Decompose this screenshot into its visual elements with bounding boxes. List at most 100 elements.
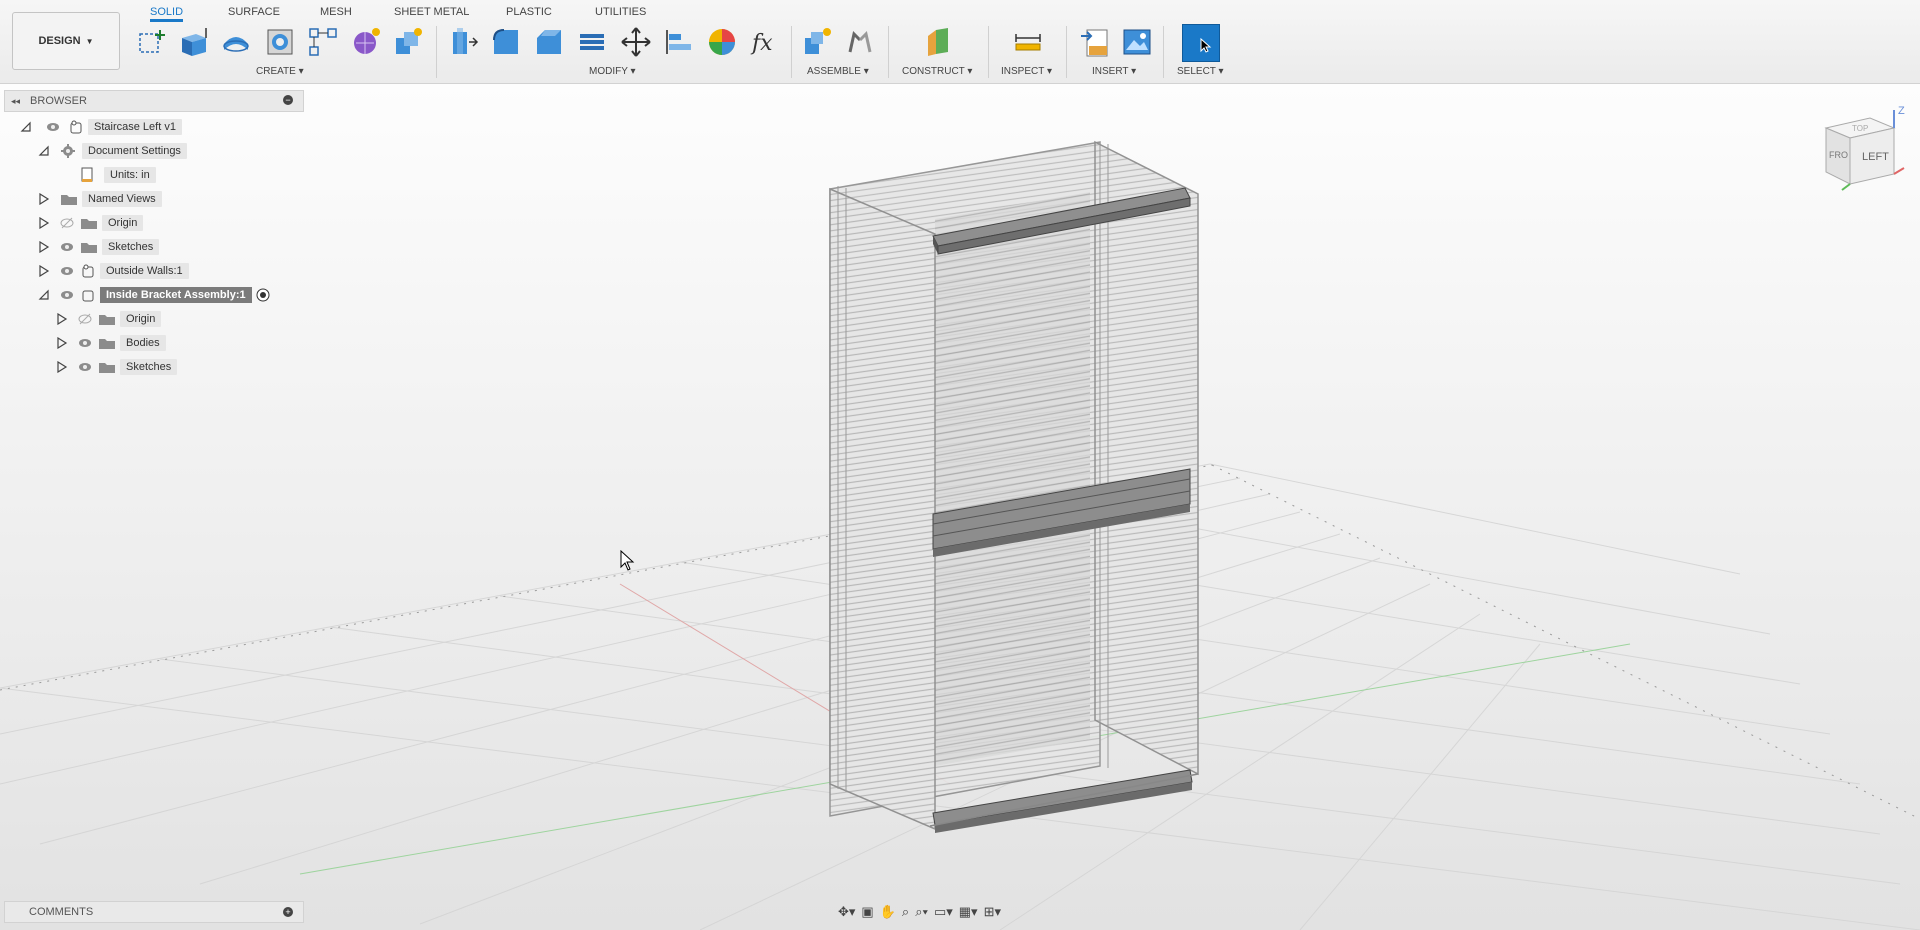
eye-icon[interactable] — [46, 121, 60, 133]
tab-plastic[interactable]: PLASTIC — [506, 2, 552, 22]
z-axis-label: Z — [1898, 105, 1905, 117]
tab-mesh[interactable]: MESH — [320, 2, 352, 22]
fillet-icon[interactable] — [489, 24, 523, 60]
collapse-triangle-icon[interactable] — [38, 145, 50, 157]
create-menu[interactable]: CREATE ▾ — [256, 66, 304, 77]
gear-icon — [61, 144, 75, 158]
svg-text:fx: fx — [750, 31, 773, 56]
eye-icon[interactable] — [60, 241, 74, 253]
select-menu[interactable]: SELECT ▾ — [1177, 66, 1224, 77]
joint-icon[interactable] — [843, 24, 877, 60]
expand-triangle-icon[interactable] — [56, 313, 68, 325]
form-icon[interactable] — [349, 24, 383, 60]
press-pull-icon[interactable] — [446, 24, 480, 60]
tab-solid[interactable]: SOLID — [150, 2, 184, 22]
select-icon[interactable] — [1182, 24, 1220, 62]
parameters-icon[interactable]: fx — [748, 24, 782, 60]
eye-hidden-icon[interactable] — [60, 217, 74, 229]
browser-title: BROWSER — [30, 95, 87, 107]
tree-item-sub-sketches[interactable]: Sketches — [56, 356, 178, 378]
collapse-triangle-icon[interactable] — [20, 121, 32, 133]
create-sketch-icon[interactable] — [135, 24, 169, 60]
eye-icon[interactable] — [60, 289, 74, 301]
display-settings-icon[interactable]: ▭▾ — [934, 904, 953, 920]
mouse-cursor-icon — [620, 550, 635, 571]
activate-radio-icon[interactable] — [256, 288, 270, 302]
move-copy-icon[interactable] — [619, 24, 653, 60]
expand-triangle-icon[interactable] — [56, 337, 68, 349]
zoom-icon[interactable]: ⌕ — [902, 904, 909, 920]
tree-item-inside-bracket-assembly[interactable]: Inside Bracket Assembly:1 — [38, 284, 270, 306]
folder-icon — [61, 195, 77, 205]
pin-icon[interactable]: − — [283, 95, 293, 105]
grid-settings-icon[interactable]: ▦▾ — [959, 904, 978, 920]
viewports-icon[interactable]: ⊞▾ — [984, 904, 1001, 920]
expand-triangle-icon[interactable] — [38, 241, 50, 253]
tree-item-label: Units: in — [104, 167, 156, 183]
tree-item-named-views[interactable]: Named Views — [38, 188, 162, 210]
view-cube-top-label: TOP — [1852, 124, 1868, 133]
tab-sheet-metal[interactable]: SHEET METAL — [394, 2, 469, 22]
fusion-app-window: DESIGN ▼ SOLID SURFACE MESH SHEET METAL … — [0, 0, 1920, 930]
inspect-menu[interactable]: INSPECT ▾ — [1001, 66, 1052, 77]
eye-icon[interactable] — [60, 265, 74, 277]
offset-plane-icon[interactable] — [921, 24, 955, 60]
insert-menu[interactable]: INSERT ▾ — [1092, 66, 1136, 77]
tree-item-sub-origin[interactable]: Origin — [56, 308, 162, 330]
fit-icon[interactable]: ⌕▾ — [915, 904, 928, 920]
insert-svg-icon[interactable] — [1078, 24, 1112, 60]
tree-item-units[interactable]: Units: in — [80, 164, 156, 186]
collapse-panel-icon[interactable]: ◂◂ — [11, 96, 20, 107]
align-icon[interactable] — [662, 24, 696, 60]
appearance-icon[interactable] — [705, 24, 739, 60]
add-comment-icon[interactable]: + — [283, 907, 293, 917]
tree-item-sketches[interactable]: Sketches — [38, 236, 160, 258]
measure-icon[interactable] — [1011, 24, 1045, 60]
tree-item-outside-walls[interactable]: Outside Walls:1 — [38, 260, 189, 282]
construct-label: CONSTRUCT — [902, 66, 965, 77]
extrude-icon[interactable] — [177, 24, 211, 60]
select-label: SELECT — [1177, 66, 1216, 77]
view-cube[interactable]: LEFT FRO TOP Z — [1820, 104, 1910, 194]
component-icon — [82, 264, 94, 278]
tree-item-root[interactable]: Staircase Left v1 — [20, 116, 182, 138]
new-component-icon[interactable] — [800, 24, 834, 60]
construct-menu[interactable]: CONSTRUCT ▾ — [902, 66, 972, 77]
tree-item-label: Named Views — [82, 191, 162, 207]
eye-icon[interactable] — [78, 361, 92, 373]
tree-item-document-settings[interactable]: Document Settings — [38, 140, 187, 162]
document-icon — [81, 167, 93, 182]
tree-item-origin[interactable]: Origin — [38, 212, 144, 234]
pattern-icon[interactable] — [306, 24, 340, 60]
hole-icon[interactable] — [263, 24, 297, 60]
create-label: CREATE — [256, 66, 296, 77]
toolbar-divider — [1066, 26, 1067, 78]
assemble-menu[interactable]: ASSEMBLE ▾ — [807, 66, 869, 77]
eye-hidden-icon[interactable] — [78, 313, 92, 325]
tree-item-label: Sketches — [120, 359, 178, 375]
revolve-icon[interactable] — [219, 24, 253, 60]
expand-triangle-icon[interactable] — [56, 361, 68, 373]
tab-surface[interactable]: SURFACE — [228, 2, 280, 22]
right-wall — [1094, 140, 1199, 776]
orbit-icon[interactable]: ✥▾ — [838, 904, 855, 920]
collapse-triangle-icon[interactable] — [38, 289, 50, 301]
look-at-icon[interactable]: ▣ — [861, 904, 873, 920]
modify-menu[interactable]: MODIFY ▾ — [589, 66, 636, 77]
view-cube-side-label: FRO — [1829, 150, 1848, 160]
insert-canvas-icon[interactable] — [1120, 24, 1154, 60]
comments-panel[interactable]: COMMENTS + — [4, 901, 304, 923]
pan-icon[interactable]: ✋ — [880, 904, 896, 920]
expand-triangle-icon[interactable] — [38, 217, 50, 229]
eye-icon[interactable] — [78, 337, 92, 349]
chevron-down-icon: ▼ — [85, 36, 94, 46]
tab-utilities[interactable]: UTILITIES — [595, 2, 646, 22]
derive-icon[interactable] — [391, 24, 425, 60]
expand-triangle-icon[interactable] — [38, 193, 50, 205]
shell-icon[interactable] — [575, 24, 609, 60]
tree-item-bodies[interactable]: Bodies — [56, 332, 166, 354]
tree-item-label: Staircase Left v1 — [88, 119, 182, 135]
expand-triangle-icon[interactable] — [38, 265, 50, 277]
chamfer-icon[interactable] — [532, 24, 566, 60]
workspace-switcher[interactable]: DESIGN ▼ — [12, 12, 120, 70]
